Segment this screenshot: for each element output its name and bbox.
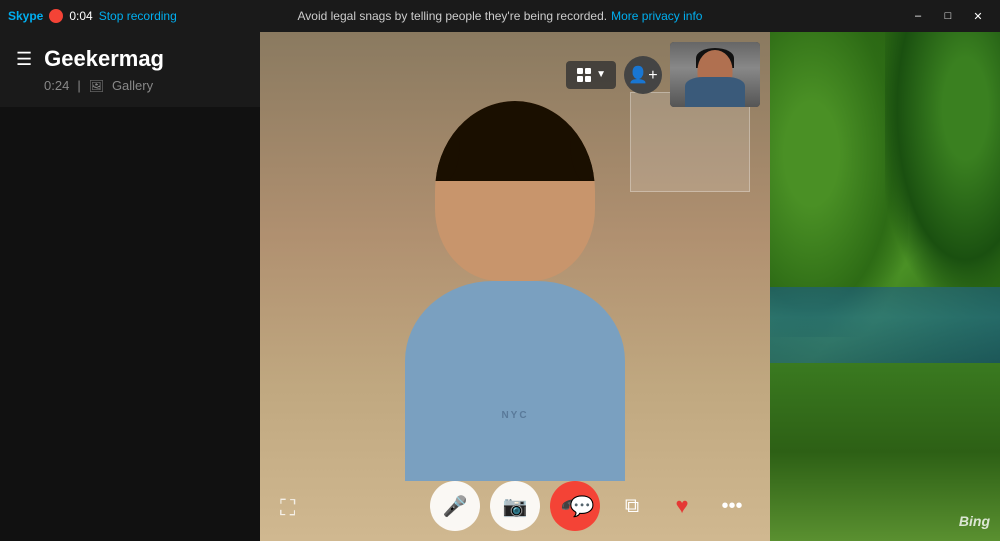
toggle-camera-button[interactable]: 📷 (490, 481, 540, 531)
mute-microphone-button[interactable]: 🎤 (430, 481, 480, 531)
person-face (435, 101, 595, 281)
more-icon: ••• (721, 495, 742, 518)
copy-icon: ⧉ (625, 495, 639, 518)
add-person-button[interactable]: 👤+ (624, 56, 662, 94)
recording-notice-bar: Avoid legal snags by telling people they… (298, 9, 703, 23)
main-video: NYC (260, 32, 770, 541)
title-bar: Skype 0:04 Stop recording Avoid legal sn… (0, 0, 1000, 32)
main-area: ☰ Geekermag 0:24 | 🖼 Gallery NYC (0, 32, 1000, 541)
shirt-text: NYC (475, 410, 555, 421)
window-controls: – □ ✕ (904, 6, 992, 26)
right-call-controls: 💬 ⧉ ♥ ••• (564, 488, 750, 524)
heart-icon: ♥ (675, 493, 688, 519)
chat-icon: 💬 (570, 494, 595, 519)
contact-name: Geekermag (44, 46, 164, 72)
wallpaper-gradient: Bing (770, 32, 1000, 541)
recording-timer: 0:04 (69, 9, 92, 23)
water-strip (770, 287, 1000, 363)
privacy-link[interactable]: More privacy info (611, 9, 702, 23)
sidebar-sub: 0:24 | 🖼 Gallery (0, 76, 260, 107)
video-top-controls: ▼ 👤+ (566, 42, 760, 107)
recording-indicator-dot (49, 9, 63, 23)
wall-items (630, 92, 750, 192)
call-duration: 0:24 (44, 78, 69, 93)
camera-icon: 📷 (503, 494, 528, 519)
close-button[interactable]: ✕ (964, 6, 992, 26)
stop-recording-link[interactable]: Stop recording (99, 9, 177, 23)
gallery-icon: 🖼 (89, 79, 104, 93)
copy-button[interactable]: ⧉ (614, 488, 650, 524)
bing-watermark: Bing (959, 513, 990, 529)
chat-button[interactable]: 💬 (564, 488, 600, 524)
tree-right (885, 32, 1000, 287)
gallery-label[interactable]: Gallery (112, 78, 153, 93)
sidebar: ☰ Geekermag 0:24 | 🖼 Gallery (0, 32, 260, 541)
hamburger-menu-button[interactable]: ☰ (16, 49, 32, 70)
minimize-button[interactable]: – (904, 6, 932, 26)
separator: | (77, 78, 80, 93)
sidebar-header: ☰ Geekermag (0, 32, 260, 76)
wallpaper-panel: Bing (770, 32, 1000, 541)
mini-person-figure (670, 42, 760, 107)
recording-notice-text: Avoid legal snags by telling people they… (298, 9, 608, 23)
self-view-mini-video[interactable] (670, 42, 760, 107)
skype-logo: Skype (8, 9, 43, 23)
mini-shirt (685, 77, 745, 107)
person-hair-right (570, 101, 595, 181)
add-person-icon: 👤+ (628, 65, 657, 85)
chevron-down-icon: ▼ (596, 69, 606, 80)
person-figure: NYC (385, 101, 645, 481)
person-shirt: NYC (405, 281, 625, 481)
title-bar-left: Skype 0:04 Stop recording (8, 9, 177, 23)
video-area: NYC ▼ 👤+ ⛶ (260, 32, 770, 541)
bottom-controls: 🎤 📷 📞 💬 ⧉ ♥ •• (260, 471, 770, 541)
sidebar-body (0, 107, 260, 541)
maximize-button[interactable]: □ (934, 6, 962, 26)
react-heart-button[interactable]: ♥ (664, 488, 700, 524)
microphone-icon: 🎤 (443, 494, 468, 519)
layout-icon (576, 67, 592, 83)
layout-switch-button[interactable]: ▼ (566, 61, 616, 89)
more-options-button[interactable]: ••• (714, 488, 750, 524)
